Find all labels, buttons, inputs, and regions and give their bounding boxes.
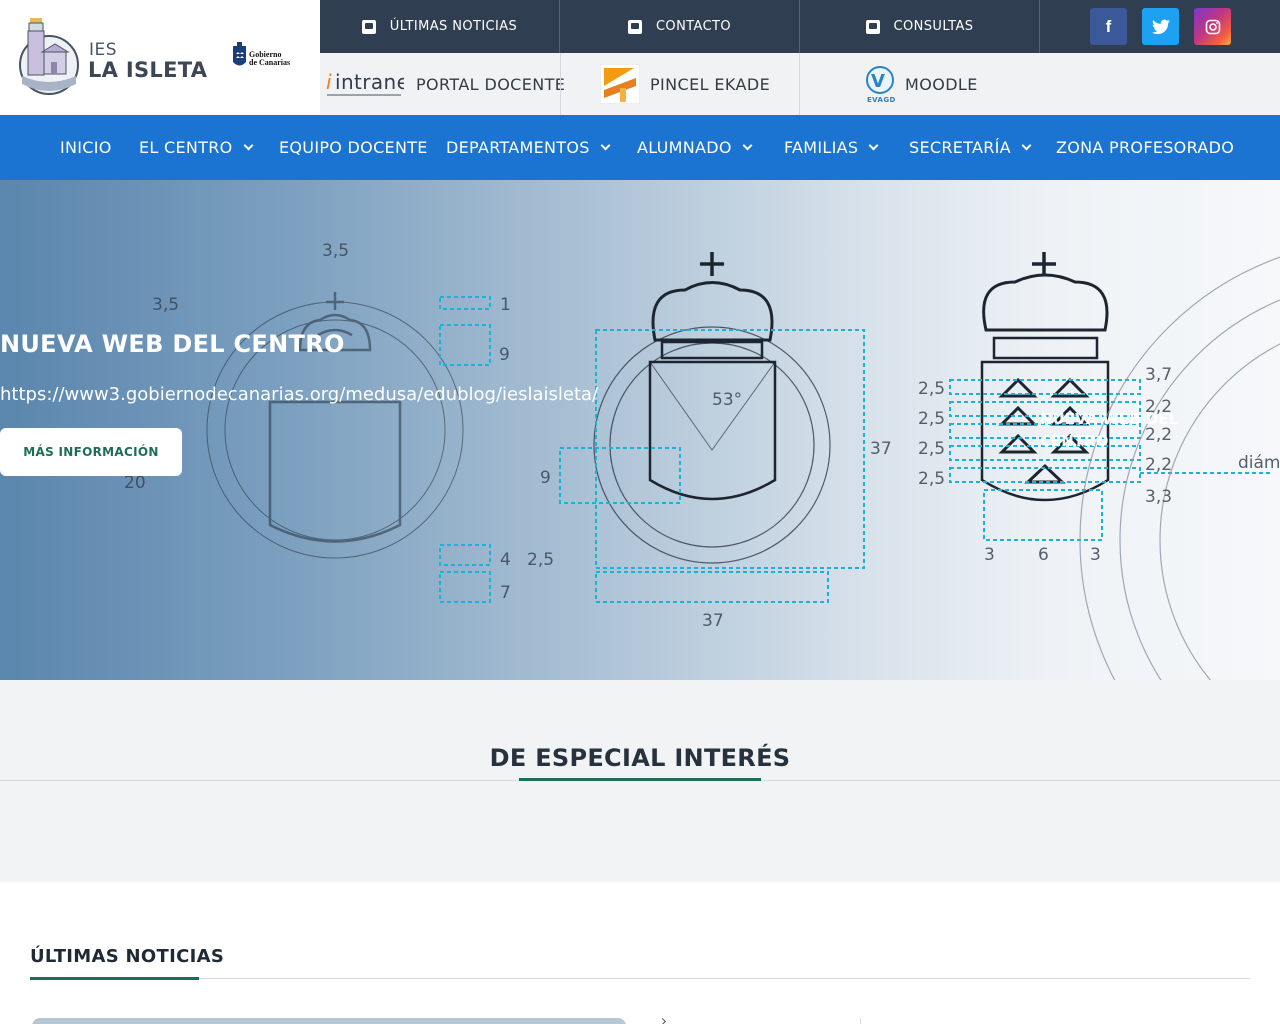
section-title-underline xyxy=(30,977,199,980)
chevron-down-icon xyxy=(742,140,753,150)
dimension-label: 3,5 xyxy=(322,241,349,261)
nav-label: EQUIPO DOCENTE xyxy=(279,138,428,157)
pincel-ekade-link[interactable]: PINCEL EKADE xyxy=(600,53,770,115)
dimension-label: 4 xyxy=(500,550,511,570)
nav-label: ALUMNADO xyxy=(637,138,732,157)
portal-docente-link[interactable]: i intranet PORTAL DOCENTE xyxy=(326,53,565,115)
dimension-label: 3 xyxy=(1090,545,1101,565)
dimension-label: 7 xyxy=(500,583,511,603)
dimension-label: 37 xyxy=(870,439,892,459)
pincel-ekade-logo-icon xyxy=(600,64,640,104)
nav-item-equipo-docente[interactable]: EQUIPO DOCENTE xyxy=(279,115,428,180)
chevron-right-icon xyxy=(658,1017,667,1024)
nav-item-secretaria[interactable]: SECRETARÍA xyxy=(909,115,1032,180)
nav-item-departamentos[interactable]: DEPARTAMENTOS xyxy=(446,115,611,180)
dimension-label: 3,5 xyxy=(152,295,179,315)
dimension-label: 9 xyxy=(540,468,551,488)
logo-ies-text: IES xyxy=(89,40,118,60)
nav-item-el-centro[interactable]: EL CENTRO xyxy=(139,115,253,180)
nav-label: DEPARTAMENTOS xyxy=(446,138,590,157)
portal-divider xyxy=(560,53,561,115)
section-divider xyxy=(30,978,1250,979)
dimension-label: 1 xyxy=(500,295,511,315)
dimension-label: 2,2 xyxy=(1145,455,1172,475)
top-link-ultimas-noticias[interactable]: ÚLTIMAS NOTICIAS xyxy=(320,0,560,53)
portal-label: PORTAL DOCENTE xyxy=(416,74,566,94)
dimension-label: 53° xyxy=(712,390,742,410)
news-column-divider xyxy=(860,1018,861,1024)
dimension-label: diám xyxy=(1238,453,1280,473)
nav-label: EL CENTRO xyxy=(139,138,233,157)
chevron-down-icon xyxy=(600,140,611,150)
hero-url-text: https://www3.gobiernodecanarias.org/medu… xyxy=(0,384,599,405)
dimension-label: 2,5 xyxy=(527,550,554,570)
main-navigation: INICIO EL CENTRO EQUIPO DOCENTE DEPARTAM… xyxy=(0,115,1280,180)
top-link-label: ÚLTIMAS NOTICIAS xyxy=(389,19,518,34)
dimension-label: 9 xyxy=(499,345,510,365)
chevron-down-icon xyxy=(1021,140,1032,150)
hero-slider[interactable]: 3,5 3,5 1 9 20 4 2,5 7 53° 9 37 37 2,5 2… xyxy=(0,180,1280,680)
facebook-icon: f xyxy=(1105,16,1112,36)
portals-bar: i intranet PORTAL DOCENTE PINCEL EKADE V… xyxy=(320,53,1280,115)
hero-secondary-caption: NUEVA WEB DEL CENTRO xyxy=(1040,410,1179,450)
instagram-button[interactable] xyxy=(1194,8,1231,45)
section-title: DE ESPECIAL INTERÉS xyxy=(489,744,791,772)
dimension-label: 2,5 xyxy=(918,469,945,489)
top-links-bar: ÚLTIMAS NOTICIAS CONTACTO CONSULTAS f xyxy=(320,0,1280,53)
section-title-underline xyxy=(519,778,761,781)
portal-label: PINCEL EKADE xyxy=(650,74,771,94)
nav-label: FAMILIAS xyxy=(784,138,859,157)
mas-informacion-button[interactable]: MÁS INFORMACIÓN xyxy=(0,428,182,476)
nav-item-inicio[interactable]: INICIO xyxy=(60,115,112,180)
svg-text:i: i xyxy=(326,70,332,94)
moodle-link[interactable]: V EVAGD MOODLE xyxy=(865,53,978,115)
gobierno-line2: de Canarias xyxy=(249,58,291,67)
dimension-label: 2,5 xyxy=(918,379,945,399)
contact-icon xyxy=(627,19,642,34)
dimension-label: 2,5 xyxy=(918,409,945,429)
svg-text:V: V xyxy=(871,71,885,92)
hero-title: NUEVA WEB DEL CENTRO xyxy=(0,330,345,358)
news-card-image[interactable] xyxy=(32,1018,626,1024)
nav-item-alumnado[interactable]: ALUMNADO xyxy=(637,115,753,180)
evagd-logo-text: EVAGD xyxy=(867,96,896,104)
evagd-logo-icon: V EVAGD xyxy=(866,66,896,104)
facebook-button[interactable]: f xyxy=(1090,8,1127,45)
logo-school-name: LA ISLETA xyxy=(88,58,208,82)
news-icon xyxy=(361,19,376,34)
especial-interes-section: DE ESPECIAL INTERÉS xyxy=(0,680,1280,882)
dimension-label: 6 xyxy=(1038,545,1049,565)
dimension-label: 3 xyxy=(984,545,995,565)
dimension-label: 37 xyxy=(702,611,724,631)
chevron-down-icon xyxy=(868,140,879,150)
top-link-consultas[interactable]: CONSULTAS xyxy=(800,0,1040,53)
noticias-section-title: ÚLTIMAS NOTICIAS xyxy=(30,946,225,967)
instagram-icon xyxy=(1205,19,1220,34)
top-link-label: CONTACTO xyxy=(655,19,732,34)
canarias-shield-icon xyxy=(233,42,246,66)
portal-label: MOODLE xyxy=(905,74,978,94)
twitter-icon xyxy=(1151,19,1170,34)
nav-label: ZONA PROFESORADO xyxy=(1056,138,1235,157)
nav-label: SECRETARÍA xyxy=(909,138,1011,157)
dimension-label: 2,5 xyxy=(918,439,945,459)
intranet-logo-text: intranet xyxy=(335,70,404,94)
portal-divider xyxy=(799,53,800,115)
nav-label: INICIO xyxy=(60,138,112,157)
chevron-down-icon xyxy=(243,140,253,150)
dimension-label: 20 xyxy=(124,473,146,493)
twitter-button[interactable] xyxy=(1142,8,1179,45)
site-header: IES LA ISLETA Gobierno de Canarias ÚLTIM… xyxy=(0,0,1280,115)
nav-item-familias[interactable]: FAMILIAS xyxy=(784,115,879,180)
top-link-label: CONSULTAS xyxy=(893,19,974,34)
nav-item-zona-profesorado[interactable]: ZONA PROFESORADO xyxy=(1056,115,1234,180)
lighthouse-logo-icon xyxy=(19,18,79,95)
top-link-contacto[interactable]: CONTACTO xyxy=(560,0,800,53)
intranet-logo-icon: i intranet xyxy=(326,70,404,96)
dimension-label: 3,3 xyxy=(1145,487,1172,507)
inbox-icon xyxy=(865,19,880,34)
dimension-label: 3,7 xyxy=(1145,365,1172,385)
gobierno-canarias-logo: Gobierno de Canarias xyxy=(232,42,294,70)
